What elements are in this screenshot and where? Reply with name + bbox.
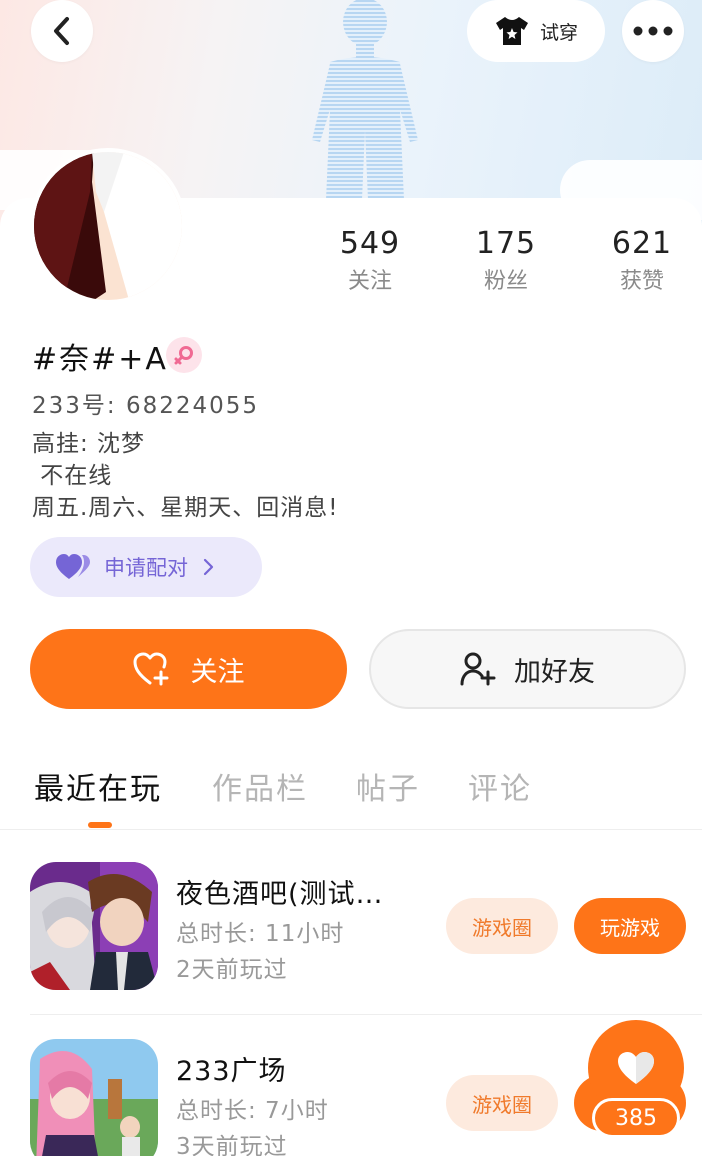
back-arrow-icon bbox=[54, 17, 69, 45]
tab-bar: 最近在玩 作品栏 帖子 评论 bbox=[0, 760, 702, 830]
double-heart-icon bbox=[56, 554, 90, 579]
stat-value: 621 bbox=[611, 226, 673, 261]
divider bbox=[30, 1014, 702, 1015]
tab-posts[interactable]: 帖子 bbox=[356, 764, 420, 808]
heart-icon bbox=[618, 1052, 654, 1084]
chevron-right-icon bbox=[203, 558, 214, 576]
add-friend-button[interactable]: 加好友 bbox=[369, 629, 686, 709]
avatar-image bbox=[34, 152, 182, 300]
more-dots-icon bbox=[633, 26, 673, 36]
avatar[interactable] bbox=[30, 148, 186, 304]
female-icon bbox=[166, 337, 202, 373]
back-button[interactable] bbox=[31, 0, 93, 62]
heart-plus-icon bbox=[133, 652, 168, 686]
user-id: 233号: 68224055 bbox=[32, 393, 260, 419]
tshirt-icon bbox=[495, 17, 528, 45]
stat-likes[interactable]: 621 获赞 bbox=[582, 224, 702, 300]
game-circle-button[interactable]: 游戏圈 bbox=[446, 898, 558, 954]
stat-label: 关注 bbox=[347, 269, 392, 294]
play-game-button[interactable]: 玩游戏 bbox=[574, 898, 686, 954]
game-duration: 总时长: 11小时 bbox=[176, 921, 345, 947]
game-name: 夜色酒吧(测试… bbox=[176, 879, 384, 910]
bio-line: 高挂: 沈梦 bbox=[32, 431, 146, 457]
like-count-badge: 385 bbox=[592, 1098, 680, 1138]
tab-works[interactable]: 作品栏 bbox=[212, 764, 308, 808]
game-item[interactable]: 夜色酒吧(测试… 总时长: 11小时 2天前玩过 游戏圈 玩游戏 bbox=[30, 862, 702, 992]
stat-following[interactable]: 549 关注 bbox=[310, 224, 430, 300]
stat-value: 549 bbox=[339, 226, 401, 261]
game-name: 233广场 bbox=[176, 1056, 287, 1087]
stat-label: 获赞 bbox=[619, 269, 664, 294]
game-circle-button[interactable]: 游戏圈 bbox=[446, 1075, 558, 1131]
bio-line: 周五.周六、星期天、回消息! bbox=[32, 495, 339, 521]
game-duration: 总时长: 7小时 bbox=[176, 1098, 329, 1124]
add-user-icon bbox=[460, 652, 496, 686]
more-button[interactable] bbox=[622, 0, 684, 62]
avatar-figure-image bbox=[312, 0, 418, 200]
stat-followers[interactable]: 175 粉丝 bbox=[446, 224, 566, 300]
follow-button[interactable]: 关注 bbox=[30, 629, 347, 709]
bio: 高挂: 沈梦 不在线 周五.周六、星期天、回消息! bbox=[32, 428, 339, 524]
tryon-button[interactable]: 试穿 bbox=[467, 0, 605, 62]
nickname: #奈#+A bbox=[32, 342, 168, 377]
game-last-played: 2天前玩过 bbox=[176, 957, 288, 983]
follow-label: 关注 bbox=[190, 656, 245, 688]
apply-pair-button[interactable]: 申请配对 bbox=[30, 537, 262, 597]
game-icon bbox=[30, 862, 158, 990]
bio-line: 不在线 bbox=[32, 463, 113, 489]
tryon-label: 试穿 bbox=[539, 21, 578, 44]
stat-value: 175 bbox=[475, 226, 537, 261]
game-last-played: 3天前玩过 bbox=[176, 1134, 288, 1156]
game-icon bbox=[30, 1039, 158, 1156]
apply-pair-label: 申请配对 bbox=[104, 556, 188, 580]
tab-indicator bbox=[88, 822, 112, 828]
stats-bar: 549 关注 175 粉丝 621 获赞 bbox=[300, 224, 702, 304]
add-friend-label: 加好友 bbox=[514, 656, 595, 688]
tab-comments[interactable]: 评论 bbox=[468, 764, 532, 808]
stat-label: 粉丝 bbox=[483, 269, 528, 294]
tab-recently-played[interactable]: 最近在玩 bbox=[34, 764, 162, 808]
